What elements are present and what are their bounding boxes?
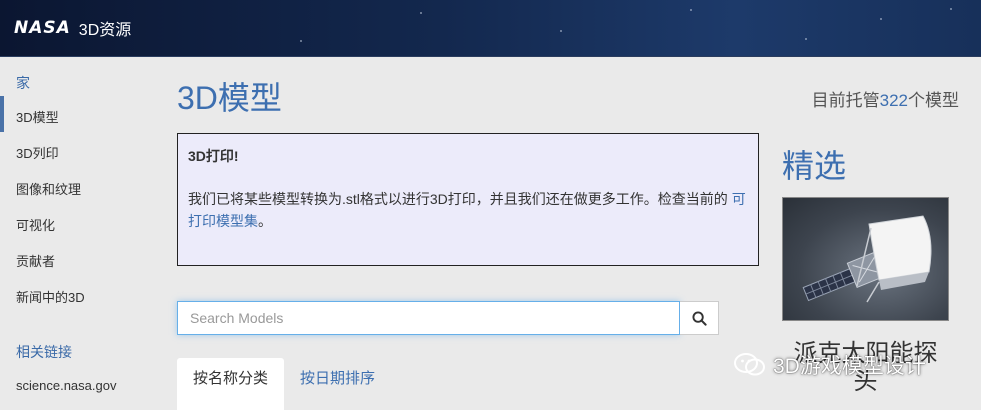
sidebar-item-3d-printing[interactable]: 3D列印: [16, 143, 59, 162]
notice-title: 3D打印!: [188, 148, 239, 164]
search-icon: [691, 310, 707, 326]
notice-end: 。: [258, 213, 272, 229]
site-name[interactable]: 3D资源: [79, 16, 131, 40]
host-count-number: 322: [879, 91, 908, 110]
print-notice-box: 3D打印! 我们已将某些模型转换为.stl格式以进行3D打印，并且我们还在做更多…: [177, 133, 759, 266]
watermark-text: 3D游戏模型设计: [773, 355, 926, 378]
sidebar-item-home[interactable]: 家: [16, 73, 30, 93]
search-button[interactable]: [680, 301, 719, 335]
tab-sort-by-name[interactable]: 按名称分类: [177, 358, 285, 410]
sidebar-item-contributors[interactable]: 贡献者: [16, 251, 55, 270]
tab-sort-by-date[interactable]: 按日期排序: [284, 358, 391, 410]
notice-body: 我们已将某些模型转换为.stl格式以进行3D打印，并且我们还在做更多工作。检查当…: [188, 188, 748, 232]
host-count: 目前托管322个模型: [812, 86, 959, 111]
brand[interactable]: NASA 3D资源: [14, 15, 131, 41]
related-links-heading: 相关链接: [16, 344, 72, 360]
page-title: 3D模型: [177, 80, 282, 116]
watermark: 3D游戏模型设计: [733, 350, 926, 380]
related-link-science[interactable]: science.nasa.gov: [16, 378, 116, 393]
active-indicator: [0, 96, 4, 132]
search-bar: [177, 301, 719, 335]
notice-text: 我们已将某些模型转换为.stl格式以进行3D打印，并且我们还在做更多工作。检查当…: [188, 191, 732, 207]
featured-heading: 精选: [782, 148, 847, 184]
site-header: NASA 3D资源: [0, 0, 981, 57]
wechat-icon: [734, 353, 765, 376]
sidebar-nav: 家 3D模型 3D列印 图像和纹理 可视化 贡献者 新闻中的3D 相关链接 sc…: [0, 57, 160, 410]
featured-model-image[interactable]: [782, 197, 949, 321]
sidebar-item-3d-in-news[interactable]: 新闻中的3D: [16, 287, 85, 306]
nasa-logo[interactable]: NASA: [14, 18, 71, 38]
sort-tabs: 按名称分类 按日期排序: [177, 358, 391, 410]
sidebar-item-visualization[interactable]: 可视化: [16, 215, 55, 234]
host-count-suffix: 个模型: [908, 91, 959, 110]
host-count-prefix: 目前托管: [811, 91, 880, 110]
sidebar-item-images-textures[interactable]: 图像和纹理: [16, 179, 81, 198]
sidebar-item-3d-models[interactable]: 3D模型: [16, 107, 59, 126]
search-input[interactable]: [177, 301, 680, 335]
